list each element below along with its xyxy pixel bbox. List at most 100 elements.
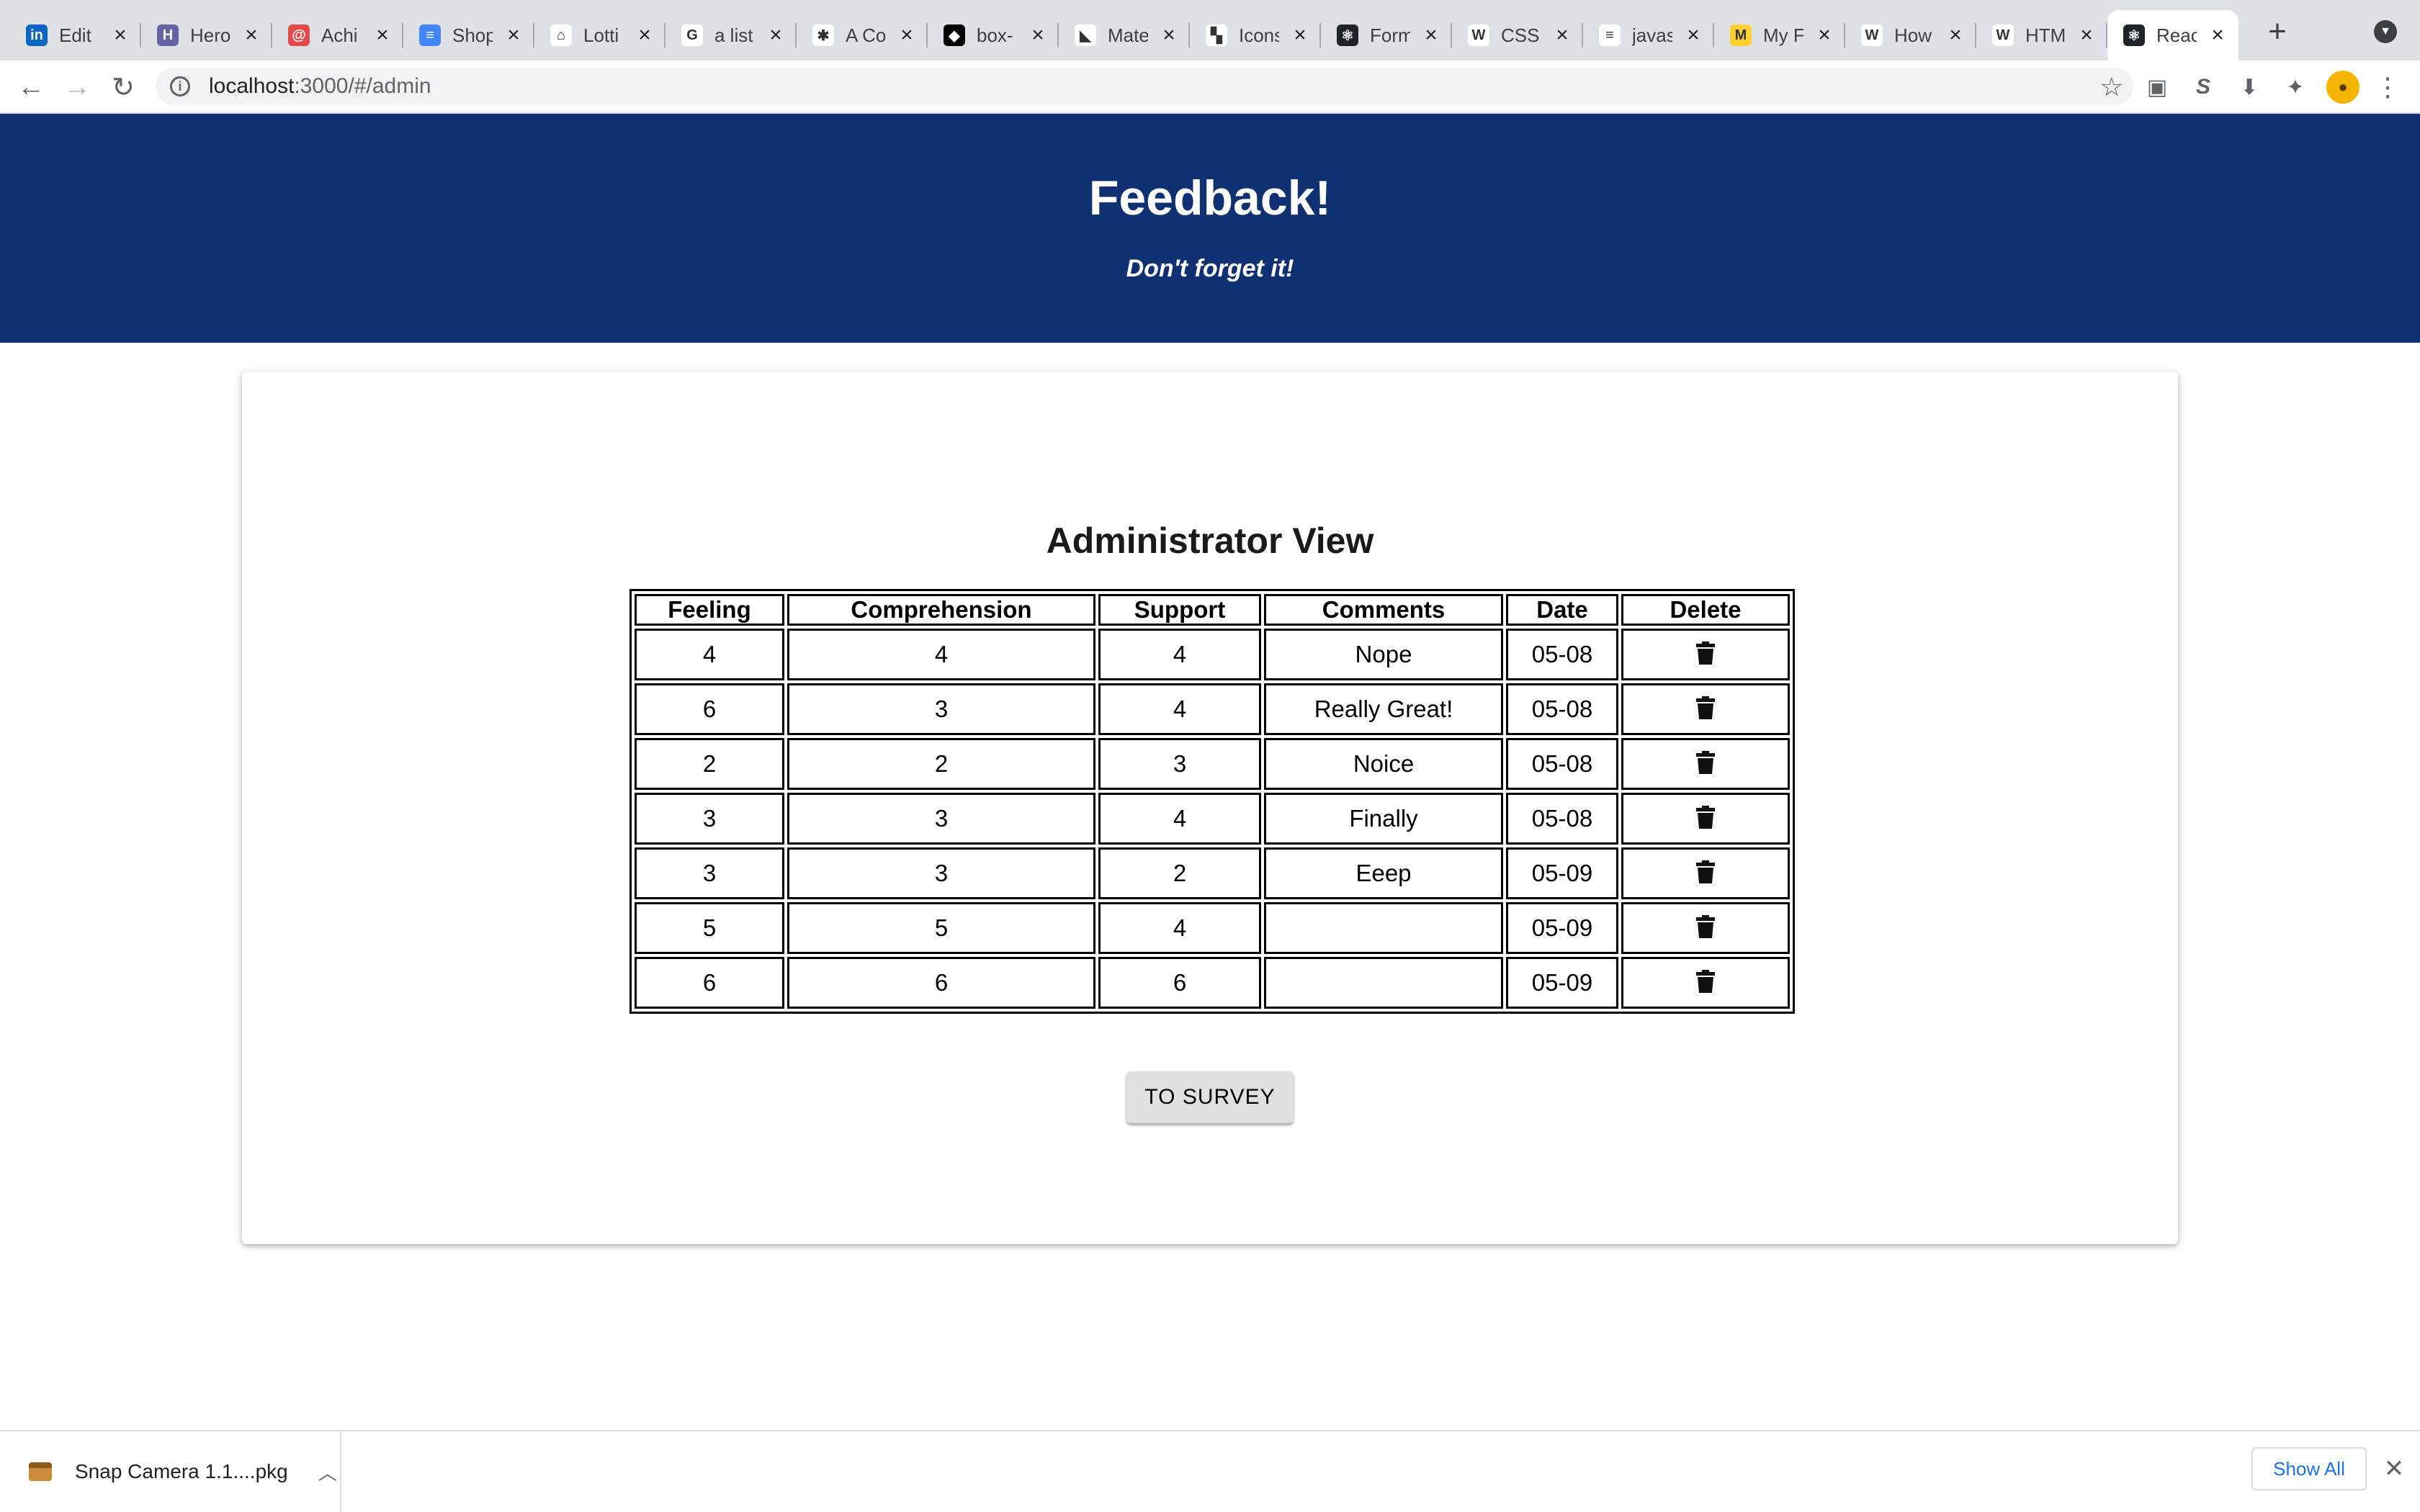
cell-feeling: 2 [635, 738, 784, 790]
cell-support: 4 [1098, 793, 1261, 845]
tab-close-icon[interactable]: × [1158, 23, 1180, 47]
browser-tab[interactable]: ≡ javas × [1583, 10, 1714, 60]
tab-close-icon[interactable]: × [1027, 23, 1049, 47]
extensions-puzzle-icon[interactable]: ✦ [2282, 73, 2309, 101]
profile-avatar[interactable]: ● [2326, 71, 2360, 104]
cell-support: 4 [1098, 629, 1261, 680]
to-survey-button[interactable]: TO SURVEY [1126, 1071, 1294, 1123]
address-bar[interactable]: i localhost:3000/#/admin ☆ [156, 68, 2133, 105]
column-header-feeling: Feeling [635, 594, 784, 626]
url-host: localhost [209, 74, 295, 98]
trash-icon[interactable] [1691, 748, 1720, 777]
back-arrow-icon[interactable]: ← [14, 71, 48, 104]
cell-support: 2 [1098, 847, 1261, 899]
browser-tab-title: Mate [1108, 24, 1148, 46]
extension-download-icon[interactable]: ⬇ [2236, 73, 2263, 101]
browser-tab-title: Shop [452, 24, 493, 46]
google-icon: G [681, 24, 703, 46]
trash-icon[interactable] [1691, 639, 1720, 667]
cell-delete [1621, 738, 1790, 790]
tab-close-icon[interactable]: × [1682, 23, 1704, 47]
browser-tab-title: Form [1370, 24, 1410, 46]
browser-tab-title: Lotti [583, 24, 619, 46]
download-file-name: Snap Camera 1.1....pkg [75, 1460, 288, 1482]
cell-feeling: 6 [635, 957, 784, 1009]
tab-close-icon[interactable]: × [1420, 23, 1442, 47]
browser-toolbar: ← → ↻ i localhost:3000/#/admin ☆ ▣ S ⬇ ✦… [0, 60, 2420, 114]
browser-tab[interactable]: M My F × [1714, 10, 1845, 60]
browser-menu-icon[interactable]: ⋮ [2375, 71, 2401, 104]
url-path: :3000/#/admin [294, 74, 431, 98]
tab-close-icon[interactable]: × [109, 23, 131, 47]
browser-tab[interactable]: in Edit × [10, 10, 141, 60]
tab-close-icon[interactable]: × [1945, 23, 1966, 47]
browser-tab[interactable]: W How × [1845, 10, 1976, 60]
browser-tab[interactable]: W CSS × [1452, 10, 1583, 60]
cell-feeling: 4 [635, 629, 784, 680]
table-row: 6 3 4 Really Great! 05-08 [635, 683, 1790, 735]
reload-icon[interactable]: ↻ [107, 71, 140, 104]
trash-icon[interactable] [1691, 803, 1720, 832]
extension-k-icon[interactable]: ▣ [2143, 73, 2171, 101]
browser-tab[interactable]: ◣ Mate × [1059, 10, 1190, 60]
trash-icon[interactable] [1691, 693, 1720, 722]
tab-close-icon[interactable]: × [372, 23, 393, 47]
tab-close-icon[interactable]: × [503, 23, 524, 47]
trash-icon[interactable] [1691, 967, 1720, 996]
bookmark-star-icon[interactable]: ☆ [2100, 72, 2123, 102]
browser-tab[interactable]: ⚛ Reac × [2107, 10, 2238, 60]
trash-icon[interactable] [1691, 912, 1720, 941]
admin-view-title: Administrator View [1046, 521, 1374, 561]
tab-close-icon[interactable]: × [765, 23, 786, 47]
trash-icon[interactable] [1691, 858, 1720, 886]
browser-tab[interactable]: ✱ A Co × [797, 10, 928, 60]
cell-delete [1621, 957, 1790, 1009]
browser-tab[interactable]: W HTM × [1976, 10, 2107, 60]
extension-s-icon[interactable]: S [2190, 73, 2217, 101]
tab-close-icon[interactable]: × [634, 23, 655, 47]
cell-comprehension: 6 [787, 957, 1095, 1009]
cell-comments: Really Great! [1264, 683, 1503, 735]
cell-delete [1621, 902, 1790, 954]
show-all-downloads-button[interactable]: Show All [2251, 1447, 2367, 1490]
browser-tab[interactable]: ≡ Shop × [403, 10, 534, 60]
browser-tab[interactable]: ◆ box- × [928, 10, 1059, 60]
icons-icon: ▚ [1206, 24, 1227, 46]
column-header-support: Support [1098, 594, 1261, 626]
column-header-comments: Comments [1264, 594, 1503, 626]
column-header-delete: Delete [1621, 594, 1790, 626]
table-row: 3 3 2 Eeep 05-09 [635, 847, 1790, 899]
tab-search-icon[interactable]: ▼ [2374, 20, 2397, 43]
tab-close-icon[interactable]: × [2207, 23, 2228, 47]
browser-tab[interactable]: ⌂ Lotti × [534, 10, 666, 60]
cell-comments [1264, 957, 1503, 1009]
chevron-up-icon[interactable]: ︿ [318, 1459, 337, 1485]
download-item[interactable]: Snap Camera 1.1....pkg ︿ [0, 1431, 341, 1512]
cell-delete [1621, 793, 1790, 845]
tab-close-icon[interactable]: × [1289, 23, 1311, 47]
new-tab-button[interactable]: + [2262, 14, 2293, 49]
admin-card: Administrator View Feeling Comprehension… [242, 372, 2178, 1244]
browser-tab[interactable]: H Hero × [141, 10, 272, 60]
tab-close-icon[interactable]: × [1551, 23, 1573, 47]
browser-tab[interactable]: @ Achi × [272, 10, 403, 60]
browser-tab[interactable]: ▚ Icons × [1190, 10, 1321, 60]
close-shelf-icon[interactable]: ✕ [2381, 1455, 2407, 1482]
miro-icon: M [1730, 24, 1752, 46]
tab-close-icon[interactable]: × [241, 23, 262, 47]
browser-tab[interactable]: ⚛ Form × [1321, 10, 1452, 60]
tab-close-icon[interactable]: × [1814, 23, 1835, 47]
site-info-icon[interactable]: i [170, 76, 190, 96]
browser-tab[interactable]: Ga list × [666, 10, 797, 60]
browser-tab-strip: in Edit × H Hero × @ Achi × ≡ Shop × ⌂ Lotti × Ga list ×… [0, 0, 2420, 60]
url-text[interactable]: localhost:3000/#/admin [209, 74, 431, 99]
cell-comments: Eeep [1264, 847, 1503, 899]
cell-feeling: 6 [635, 683, 784, 735]
cell-feeling: 3 [635, 847, 784, 899]
linkedin-icon: in [26, 24, 48, 46]
tab-close-icon[interactable]: × [896, 23, 918, 47]
tab-close-icon[interactable]: × [2076, 23, 2097, 47]
forward-arrow-icon[interactable]: → [60, 71, 94, 104]
cell-comprehension: 3 [787, 847, 1095, 899]
w3schools-icon: W [1468, 24, 1489, 46]
